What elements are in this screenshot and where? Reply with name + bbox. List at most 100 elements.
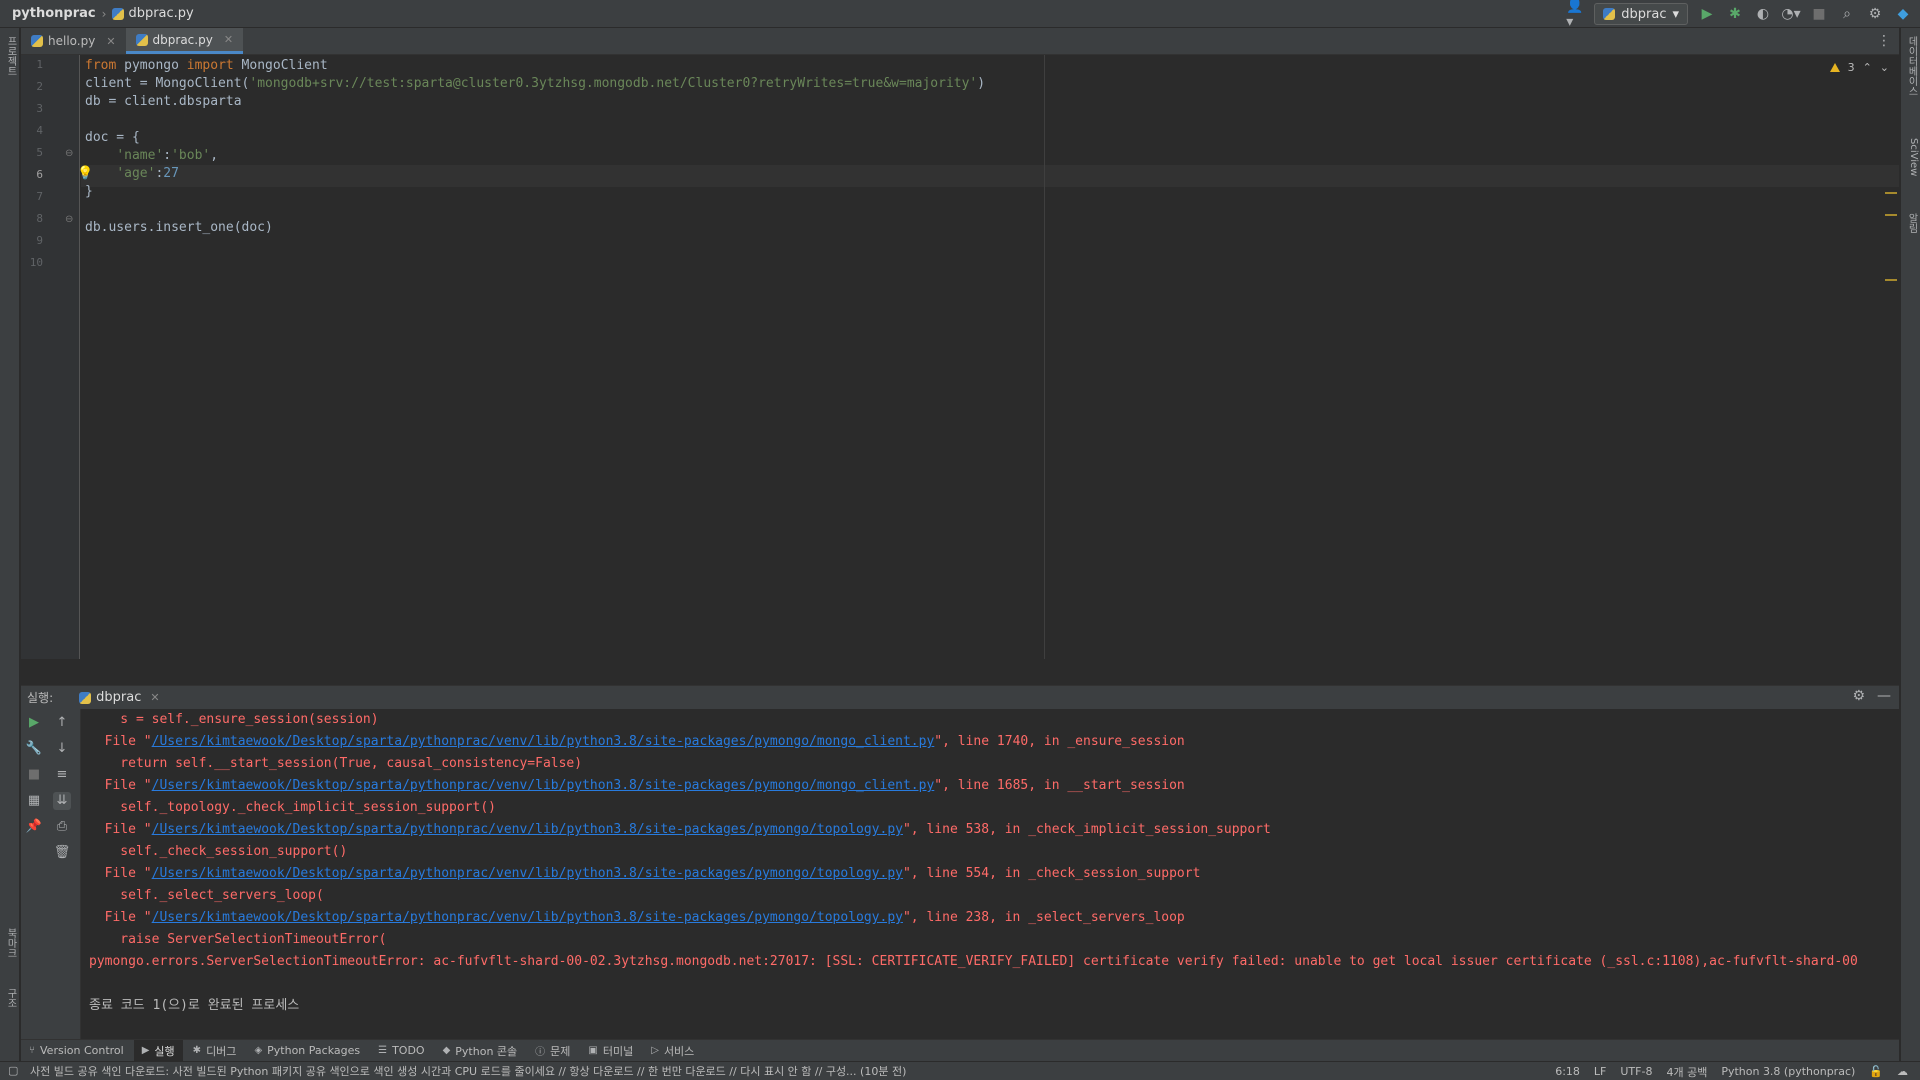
user-icon[interactable]: 👤▾ <box>1566 0 1584 30</box>
tab-label: hello.py <box>48 34 96 48</box>
scrollbar-warning-marker[interactable] <box>1885 214 1897 216</box>
wrench-icon[interactable]: 🔧 <box>25 740 43 758</box>
tool-services[interactable]: ▷ 서비스 <box>643 1040 702 1062</box>
tab-dbprac-py[interactable]: dbprac.py ✕ <box>125 28 244 54</box>
inspection-widget[interactable]: 3 ⌃ ⌄ <box>1829 61 1889 74</box>
minimize-icon[interactable]: — <box>1877 688 1891 704</box>
traceback-file-link[interactable]: /Users/kimtaewook/Desktop/sparta/pythonp… <box>152 822 903 837</box>
tool-problems[interactable]: ⓘ 문제 <box>527 1040 578 1062</box>
tool-version-control[interactable]: ⑂ Version Control <box>21 1040 132 1062</box>
scrollbar-warning-marker[interactable] <box>1885 192 1897 194</box>
run-icon[interactable]: ▶ <box>1698 5 1716 23</box>
warning-icon <box>1829 63 1840 72</box>
traceback-file-link[interactable]: /Users/kimtaewook/Desktop/sparta/pythonp… <box>152 734 935 749</box>
trash-icon[interactable]: 🗑 <box>53 844 71 862</box>
lock-icon[interactable]: 🔓 <box>1869 1065 1883 1078</box>
traceback-file-link[interactable]: /Users/kimtaewook/Desktop/sparta/pythonp… <box>152 778 935 793</box>
console-line: self._check_session_support() <box>89 844 348 859</box>
chevron-down-icon[interactable]: ⌄ <box>1880 61 1889 74</box>
code-line-7: 'age':27 <box>116 166 179 181</box>
fold-icon[interactable]: ⊖ <box>65 148 73 159</box>
run-tab-dbprac[interactable]: dbprac ✕ <box>73 686 165 710</box>
tool-terminal[interactable]: ▣ 터미널 <box>580 1040 641 1062</box>
tool-label: Python 콘솔 <box>455 1044 518 1058</box>
arrow-up-icon[interactable]: ↑ <box>53 714 71 732</box>
tool-run[interactable]: ▶ 실행 <box>133 1039 183 1062</box>
gear-icon[interactable]: ⚙ <box>1866 5 1884 23</box>
layers-icon: ◈ <box>254 1045 263 1056</box>
search-icon[interactable]: ⌕ <box>1838 5 1856 23</box>
run-panel-toolbar: ▶ ↑ 🔧 ↓ ■ ≡ ▦ ⇊ 📌 ⎙ 🗑 <box>21 709 81 1039</box>
tool-python-packages[interactable]: ◈ Python Packages <box>246 1040 368 1062</box>
indent-setting[interactable]: 4개 공백 <box>1666 1064 1707 1080</box>
close-icon[interactable]: ✕ <box>150 691 159 704</box>
tool-todo[interactable]: ☰ TODO <box>370 1040 432 1062</box>
code-area[interactable]: from pymongo import MongoClient client =… <box>85 55 1865 659</box>
line-number: 10 <box>29 256 43 269</box>
bookmarks-tool-button[interactable]: 북마크 <box>2 928 18 958</box>
services-icon: ▷ <box>651 1045 659 1056</box>
python-interpreter[interactable]: Python 3.8 (pythonprac) <box>1721 1065 1855 1078</box>
database-tool-button[interactable]: 데이터베이스 <box>1903 36 1919 96</box>
debug-icon[interactable]: ✱ <box>1726 5 1744 23</box>
chevron-up-icon[interactable]: ⌃ <box>1863 61 1872 74</box>
notifications-icon[interactable]: ☁ <box>1897 1065 1908 1078</box>
traceback-file-link[interactable]: /Users/kimtaewook/Desktop/sparta/pythonp… <box>152 866 903 881</box>
traceback-file-link[interactable]: /Users/kimtaewook/Desktop/sparta/pythonp… <box>152 910 903 925</box>
breadcrumb-project[interactable]: pythonprac <box>12 6 96 21</box>
pin-icon[interactable]: 📌 <box>25 818 43 836</box>
run-panel-header: 실행: dbprac ✕ ⚙ — <box>21 685 1899 709</box>
console-line: raise ServerSelectionTimeoutError( <box>89 932 387 947</box>
close-icon[interactable]: ✕ <box>106 35 115 48</box>
stop-icon[interactable]: ■ <box>1810 5 1828 23</box>
scrollbar-warning-marker[interactable] <box>1885 279 1897 281</box>
console-output[interactable]: s = self._ensure_session(session) File "… <box>82 709 1899 1039</box>
panel-toggle-icon[interactable]: ▢ <box>8 1064 18 1077</box>
status-message[interactable]: 사전 빌드 공유 색인 다운로드: 사전 빌드된 Python 패키지 공유 색… <box>30 1063 1030 1079</box>
console-line: self._select_servers_loop( <box>89 888 324 903</box>
fold-icon[interactable]: ⊖ <box>65 214 73 225</box>
tool-label: 터미널 <box>602 1044 634 1058</box>
navigation-bar: pythonprac › dbprac.py 👤▾ dbprac ▾ ▶ ✱ ◐… <box>0 0 1920 30</box>
breadcrumb-file[interactable]: dbprac.py <box>112 6 194 21</box>
python-file-icon <box>79 691 92 704</box>
status-bar: ▢ 사전 빌드 공유 색인 다운로드: 사전 빌드된 Python 패키지 공유… <box>0 1061 1920 1080</box>
line-separator[interactable]: LF <box>1594 1065 1606 1078</box>
close-icon[interactable]: ✕ <box>224 33 233 46</box>
coverage-icon[interactable]: ◐ <box>1754 5 1772 23</box>
tool-label: TODO <box>392 1044 425 1057</box>
run-config-label: dbprac <box>1621 6 1667 22</box>
tool-window-bar: ⑂ Version Control ▶ 실행 ✱ 디버그 ◈ Python Packag… <box>21 1039 1899 1062</box>
sciview-tool-button[interactable]: SciView <box>1903 138 1919 176</box>
caret-position[interactable]: 6:18 <box>1555 1065 1580 1078</box>
more-vertical-icon[interactable]: ⋮ <box>1877 33 1891 49</box>
structure-tool-button[interactable]: 구조 <box>2 988 18 1008</box>
rerun-icon[interactable]: ▶ <box>25 714 43 732</box>
notifications-tool-button[interactable]: 알림 <box>1903 213 1919 233</box>
run-config-selector[interactable]: dbprac ▾ <box>1594 3 1688 25</box>
python-file-icon <box>1603 8 1616 20</box>
console-line: self._topology._check_implicit_session_s… <box>89 800 496 815</box>
ide-logo-icon[interactable]: ◆ <box>1894 5 1912 23</box>
soft-wrap-icon[interactable]: ≡ <box>53 766 71 784</box>
tool-label: 문제 <box>550 1044 571 1058</box>
console-error-line: pymongo.errors.ServerSelectionTimeoutErr… <box>89 954 1858 969</box>
gear-icon[interactable]: ⚙ <box>1852 688 1865 704</box>
chevron-down-icon: ▾ <box>1672 6 1679 22</box>
file-encoding[interactable]: UTF-8 <box>1620 1065 1652 1078</box>
run-icon: ▶ <box>141 1045 150 1056</box>
layout-icon[interactable]: ▦ <box>25 792 43 810</box>
scroll-to-end-icon[interactable]: ⇊ <box>53 792 71 810</box>
arrow-down-icon[interactable]: ↓ <box>53 740 71 758</box>
profile-icon[interactable]: ◔▾ <box>1781 5 1800 23</box>
line-number: 4 <box>36 124 43 137</box>
stop-icon[interactable]: ■ <box>25 766 43 784</box>
run-tab-label: dbprac <box>96 690 142 705</box>
code-editor[interactable]: 1 2 3 4 5 6 7 8 9 10 ⊖ ⊖ 💡 from pymongo … <box>21 55 1899 659</box>
line-number: 9 <box>36 234 43 247</box>
print-icon[interactable]: ⎙ <box>53 818 71 836</box>
project-tool-button[interactable]: 프로젝트 <box>2 36 18 76</box>
tab-hello-py[interactable]: hello.py ✕ <box>21 28 126 54</box>
tool-python-console[interactable]: ◆ Python 콘솔 <box>435 1040 526 1062</box>
tool-debug[interactable]: ✱ 디버그 <box>185 1040 245 1062</box>
